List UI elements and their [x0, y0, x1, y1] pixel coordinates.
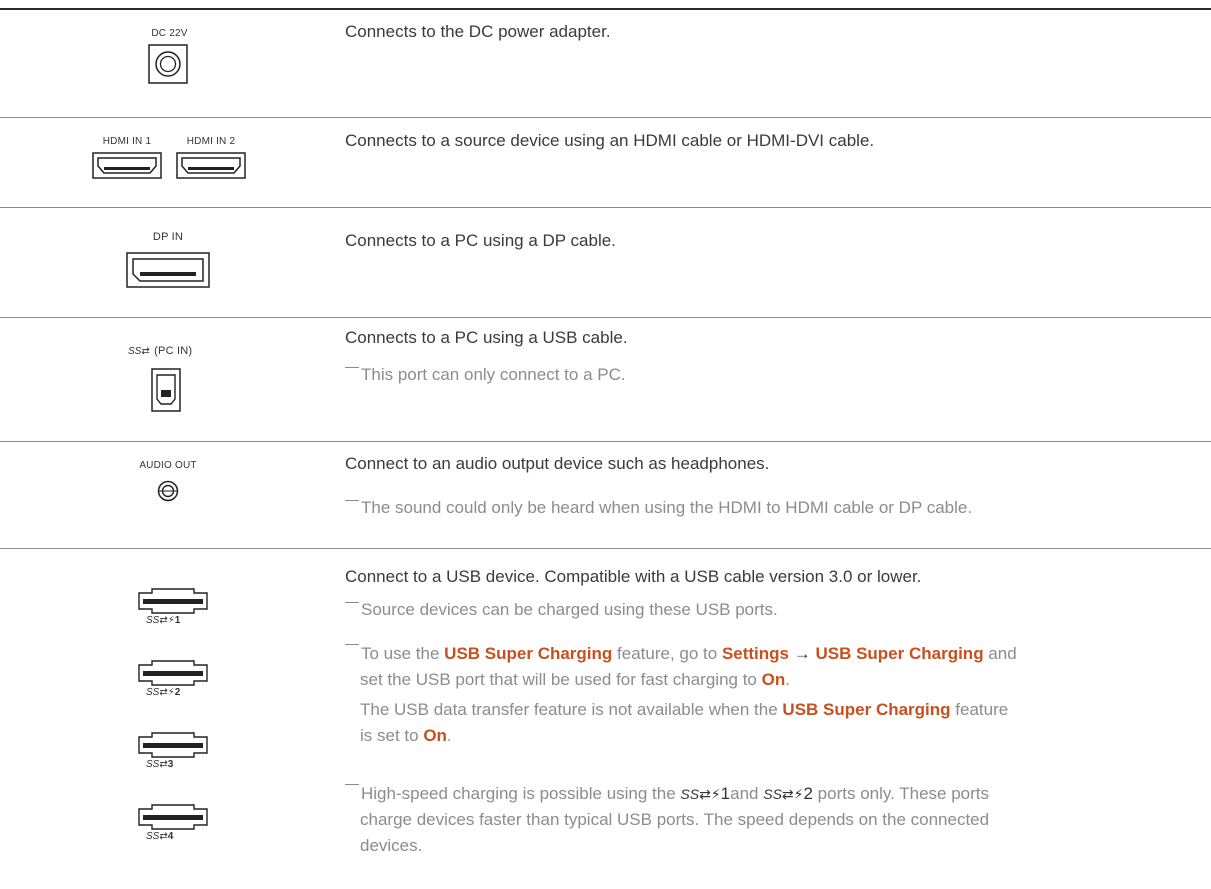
audio-note: The sound could only be heard when using…	[345, 497, 1195, 519]
hdmi-port-2: HDMI IN 2	[176, 136, 246, 179]
port-number: 2	[803, 784, 813, 803]
audio-port-cell: AUDIO OUT	[0, 460, 336, 502]
usb-a-port: SS⇄3	[138, 732, 210, 770]
dc-label: DC 22V	[151, 28, 188, 39]
audio-jack-icon	[157, 480, 179, 502]
note-2-text: feature	[950, 700, 1009, 719]
usb-superspeed-icon: SS⇄	[128, 346, 150, 357]
usb-super-charging-term: USB Super Charging	[444, 644, 613, 663]
usb-b-port-icon	[151, 368, 181, 412]
usb-pc-label-wrap: SS⇄ (PC IN)	[128, 341, 192, 359]
usb-dev-note-1: Source devices can be charged using thes…	[345, 599, 1195, 621]
hdmi-label-2: HDMI IN 2	[186, 136, 236, 147]
usb-port-label: SS⇄3	[146, 759, 210, 770]
port-number: 1	[720, 784, 731, 803]
usb-a-port: SS⇄⚡1	[138, 588, 210, 626]
usb-super-charging-term: USB Super Charging	[815, 644, 984, 663]
audio-note-text: The sound could only be heard when using…	[361, 498, 973, 517]
usb-port-label: SS⇄⚡2	[146, 687, 210, 698]
usb-pc-note-text: This port can only connect to a PC.	[361, 365, 626, 384]
note-2-text: is set to	[360, 726, 424, 745]
on-term: On	[423, 726, 447, 745]
on-term: On	[761, 670, 786, 689]
usb-dev-note-2: To use the USB Super Charging feature, g…	[345, 641, 1195, 749]
hdmi-description: Connects to a source device using an HDM…	[345, 131, 875, 150]
usb-port-number: 3	[167, 759, 174, 770]
note-3-text: ports only. These ports	[812, 784, 990, 803]
note-3-text: and	[730, 784, 764, 803]
note-3-text: charge devices faster than typical USB p…	[360, 810, 990, 829]
usb-charging-icon: SS⇄⚡	[146, 615, 175, 626]
usb-a-port-icon	[138, 732, 208, 758]
dp-label: DP IN	[152, 231, 184, 243]
usb-pc-description: Connects to a PC using a USB cable.	[345, 328, 628, 347]
usb-port-number: 1	[174, 615, 181, 626]
usb-port-number: 4	[167, 831, 174, 842]
dc-description: Connects to the DC power adapter.	[345, 22, 611, 41]
usb-pc-label: (PC IN)	[154, 345, 193, 357]
usb-charging-icon: SS⇄⚡	[146, 687, 175, 698]
divider	[0, 117, 1211, 118]
note-3-text: High-speed charging is possible using th…	[361, 784, 681, 803]
divider	[0, 317, 1211, 318]
displayport-icon	[126, 252, 210, 288]
usb-superspeed-icon: SS⇄	[146, 759, 168, 770]
note-2-text: The USB data transfer feature is not ava…	[360, 700, 783, 719]
audio-label: AUDIO OUT	[139, 460, 197, 471]
usb-pc-note: This port can only connect to a PC.	[345, 364, 1195, 386]
note-2-text: To use the	[361, 644, 445, 663]
divider	[0, 207, 1211, 208]
audio-description: Connect to an audio output device such a…	[345, 454, 770, 473]
usb-port-label: SS⇄⚡1	[146, 615, 210, 626]
dash-icon	[345, 644, 359, 645]
usb-dev-note-3: High-speed charging is possible using th…	[345, 781, 1195, 859]
note-2-text: and	[983, 644, 1017, 663]
usb-dev-description: Connect to a USB device. Compatible with…	[345, 567, 922, 586]
hdmi-port-1: HDMI IN 1	[92, 136, 162, 179]
usb-a-port: SS⇄⚡2	[138, 660, 210, 698]
dp-description: Connects to a PC using a DP cable.	[345, 231, 616, 250]
usb-a-port-icon	[138, 588, 208, 614]
note-2-text: .	[785, 670, 790, 689]
dash-icon	[345, 500, 359, 501]
usb-superspeed-icon: SS⇄	[146, 831, 168, 842]
usb-port-label: SS⇄4	[146, 831, 210, 842]
usb-port-number: 2	[174, 687, 181, 698]
hdmi-port-icon	[176, 152, 246, 179]
usb-a-port: SS⇄4	[138, 804, 210, 842]
note-2-text: set the USB port that will be used for f…	[360, 670, 762, 689]
hdmi-port-icon	[92, 152, 162, 179]
dc-jack-icon	[148, 44, 188, 84]
usb-charging-icon: SS⇄⚡	[763, 786, 804, 802]
divider	[0, 548, 1211, 549]
settings-term: Settings	[721, 644, 789, 663]
top-rule	[0, 8, 1211, 10]
usb-a-port-icon	[138, 804, 208, 830]
dash-icon	[345, 602, 359, 603]
note-2-text: feature, go to	[612, 644, 722, 663]
usb-dev-note-1-text: Source devices can be charged using thes…	[361, 600, 778, 619]
usb-super-charging-term: USB Super Charging	[782, 700, 951, 719]
dash-icon	[345, 784, 359, 785]
dc-port-cell: DC 22V	[0, 28, 336, 84]
note-3-text: devices.	[360, 836, 423, 855]
dp-port-cell: DP IN	[0, 231, 336, 288]
note-2-text: .	[446, 726, 452, 745]
dash-icon	[345, 367, 359, 368]
usb-charging-icon: SS⇄⚡	[680, 786, 721, 802]
usb-a-port-icon	[138, 660, 208, 686]
divider	[0, 441, 1211, 442]
arrow-icon: →	[789, 644, 816, 663]
hdmi-label-1: HDMI IN 1	[102, 136, 152, 147]
